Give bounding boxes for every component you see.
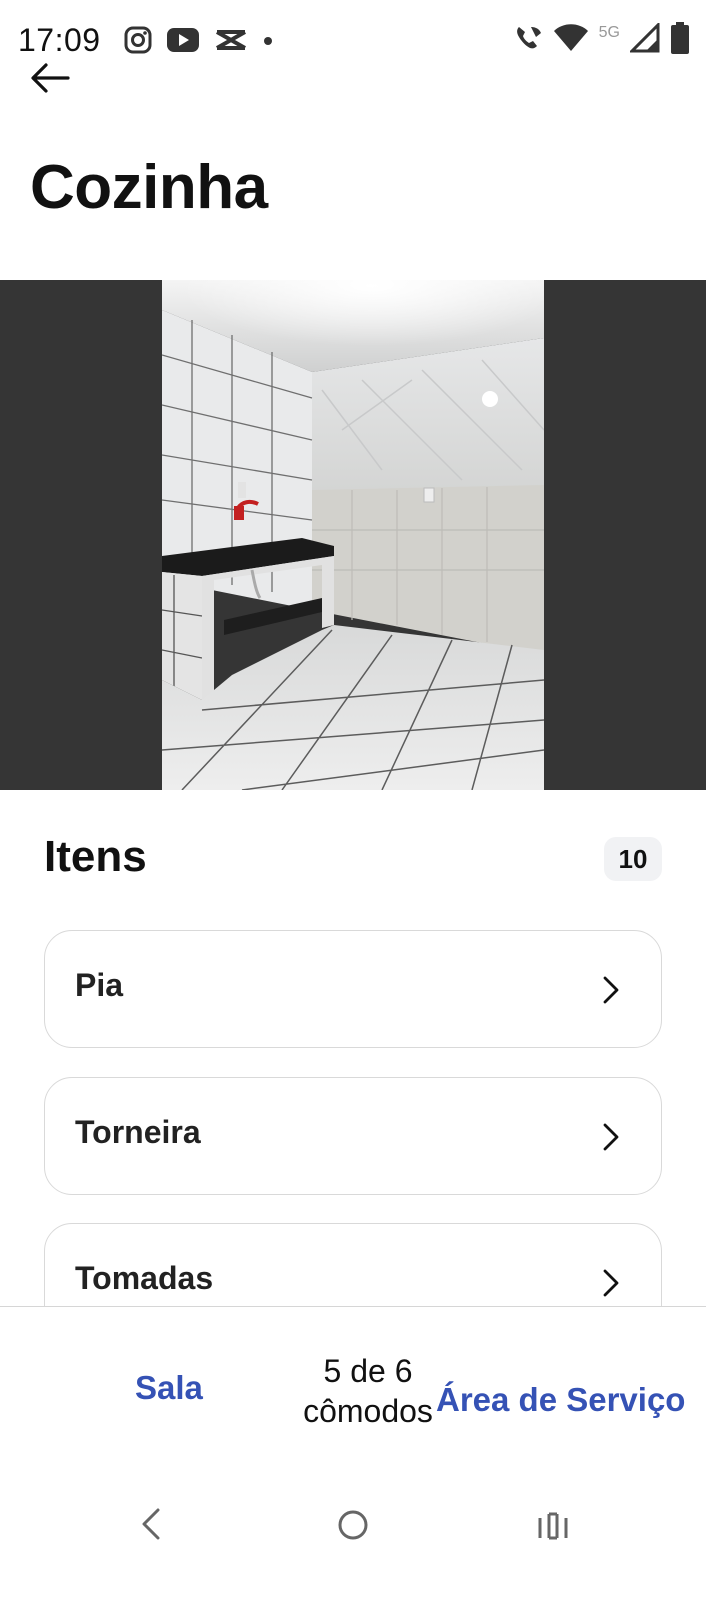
system-status-icons: 5G — [513, 21, 690, 59]
room-progress-line1: 5 de 6 — [323, 1353, 413, 1389]
previous-room-button[interactable]: Sala — [135, 1369, 203, 1407]
item-label: Torneira — [75, 1114, 201, 1150]
signal-icon — [628, 21, 660, 58]
item-label: Tomadas — [75, 1260, 214, 1296]
back-arrow-icon — [31, 63, 70, 93]
system-recents-button[interactable] — [536, 1508, 570, 1547]
capcut-icon — [214, 27, 248, 58]
system-back-icon — [142, 1508, 160, 1540]
wifi-call-icon — [513, 23, 543, 58]
page-title: Cozinha — [30, 153, 268, 222]
item-card-torneira[interactable]: Torneira — [44, 1077, 662, 1195]
status-bar: 17:09 5G — [0, 0, 720, 80]
next-room-button[interactable]: Área de Serviço — [436, 1381, 685, 1419]
room-progress: 5 de 6 cômodos — [290, 1351, 446, 1431]
room-navigation-bar: Sala 5 de 6 cômodos Área de Serviço — [0, 1306, 706, 1466]
network-type: 5G — [598, 23, 620, 41]
room-photo-container[interactable] — [0, 280, 706, 790]
items-section-title: Itens — [44, 832, 147, 881]
item-label: Pia — [75, 967, 124, 1003]
system-home-button[interactable] — [336, 1508, 370, 1547]
status-time: 17:09 — [18, 22, 101, 58]
notification-icons — [124, 26, 274, 59]
wifi-icon — [553, 23, 589, 58]
battery-icon — [670, 22, 690, 59]
system-navigation-bar — [0, 1476, 720, 1600]
dot-icon — [262, 34, 274, 52]
room-photo — [162, 280, 544, 790]
items-count-badge: 10 — [604, 837, 662, 881]
back-button[interactable] — [28, 60, 76, 100]
chevron-right-icon — [603, 976, 619, 1004]
youtube-icon — [166, 27, 200, 58]
room-progress-line2: cômodos — [303, 1393, 433, 1429]
chevron-right-icon — [603, 1269, 619, 1297]
system-back-button[interactable] — [138, 1506, 166, 1547]
system-recents-icon — [538, 1512, 568, 1540]
chevron-right-icon — [603, 1123, 619, 1151]
instagram-icon — [124, 26, 152, 59]
system-home-icon — [338, 1510, 368, 1540]
item-card-pia[interactable]: Pia — [44, 930, 662, 1048]
